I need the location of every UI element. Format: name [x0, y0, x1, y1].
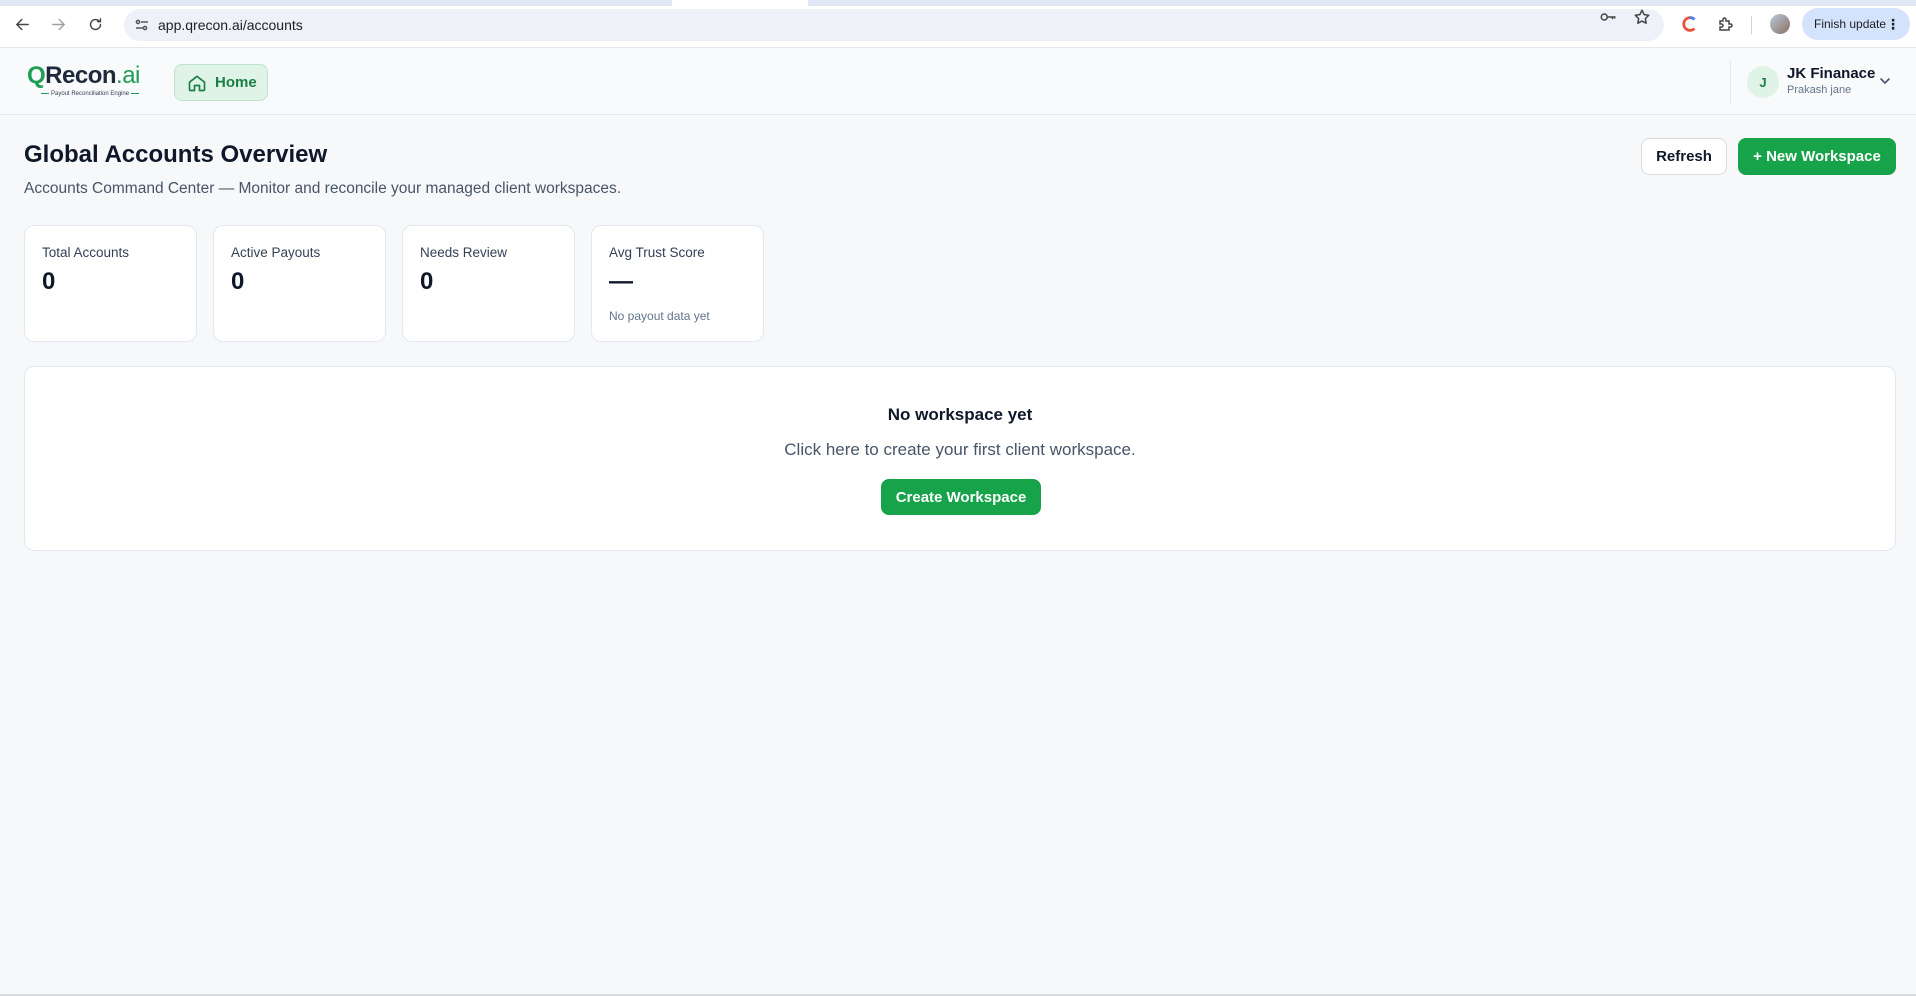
- stat-card-needs-review: Needs Review 0: [402, 225, 575, 342]
- arrow-right-icon: [51, 18, 65, 30]
- extension-c-button[interactable]: [1679, 13, 1701, 35]
- logo-recon: Recon: [45, 62, 117, 89]
- extensions-button[interactable]: [1715, 13, 1737, 35]
- stat-label: Active Payouts: [231, 245, 321, 260]
- stat-label: Total Accounts: [42, 245, 130, 260]
- arrow-left-icon: [15, 18, 29, 30]
- header-separator: [1730, 61, 1731, 105]
- stat-card-active-payouts: Active Payouts 0: [213, 225, 386, 342]
- logo-tagline: Payout Reconciliation Engine: [39, 91, 141, 97]
- bookmark-star-icon[interactable]: [1633, 8, 1651, 26]
- logo-ai: .ai: [116, 62, 140, 89]
- tab-strip-edge: [0, 0, 1916, 6]
- profile-avatar[interactable]: [1770, 14, 1790, 34]
- app-header: QRecon.ai Payout Reconciliation Engine H…: [0, 49, 1916, 115]
- url-text[interactable]: app.qrecon.ai/accounts: [158, 17, 303, 33]
- empty-workspace-panel: No workspace yet Click here to create yo…: [24, 366, 1896, 551]
- empty-state-title: No workspace yet: [887, 405, 1033, 424]
- browser-toolbar: app.qrecon.ai/accounts Finish update ⋮: [0, 0, 1916, 48]
- stat-note: No payout data yet: [609, 309, 710, 323]
- stat-card-total-accounts: Total Accounts 0: [24, 225, 197, 342]
- site-settings-icon[interactable]: [134, 17, 150, 33]
- puzzle-icon: [1719, 17, 1733, 31]
- finish-update-label: Finish update: [1814, 17, 1887, 31]
- forward-button[interactable]: [46, 12, 70, 36]
- qrecon-logo[interactable]: QRecon.ai Payout Reconciliation Engine: [27, 63, 151, 103]
- home-icon: [188, 75, 206, 91]
- user-name[interactable]: Prakash jane: [1787, 84, 1851, 96]
- org-name[interactable]: JK Finanace: [1787, 65, 1875, 82]
- more-options-icon: ⋮: [1886, 16, 1900, 32]
- extension-c-icon: [1682, 16, 1696, 32]
- stat-value: 0: [231, 268, 245, 295]
- finish-update-button[interactable]: Finish update ⋮: [1802, 8, 1910, 40]
- reload-button[interactable]: [83, 12, 107, 36]
- reload-icon: [89, 17, 101, 30]
- logo-q: Q: [27, 62, 46, 89]
- chevron-down-icon[interactable]: [1877, 73, 1893, 89]
- stat-card-avg-trust-score: Avg Trust Score — No payout data yet: [591, 225, 764, 342]
- stat-value: —: [609, 268, 633, 295]
- new-workspace-button[interactable]: + New Workspace: [1738, 138, 1896, 175]
- back-button[interactable]: [10, 12, 34, 36]
- password-key-icon[interactable]: [1599, 8, 1617, 26]
- stat-label: Avg Trust Score: [609, 245, 705, 260]
- page-subtitle: Accounts Command Center — Monitor and re…: [24, 180, 622, 197]
- user-avatar[interactable]: J: [1747, 66, 1779, 98]
- refresh-button[interactable]: Refresh: [1641, 138, 1727, 175]
- stat-value: 0: [42, 268, 56, 295]
- stat-value: 0: [420, 268, 434, 295]
- address-bar[interactable]: app.qrecon.ai/accounts: [124, 9, 1664, 41]
- home-button[interactable]: Home: [174, 64, 268, 101]
- empty-state-text[interactable]: Click here to create your first client w…: [25, 440, 1895, 460]
- toolbar-separator: [1751, 16, 1752, 34]
- stat-label: Needs Review: [420, 245, 508, 260]
- home-label: Home: [215, 74, 257, 91]
- page-title: Global Accounts Overview: [24, 141, 328, 168]
- create-workspace-button[interactable]: Create Workspace: [881, 479, 1041, 515]
